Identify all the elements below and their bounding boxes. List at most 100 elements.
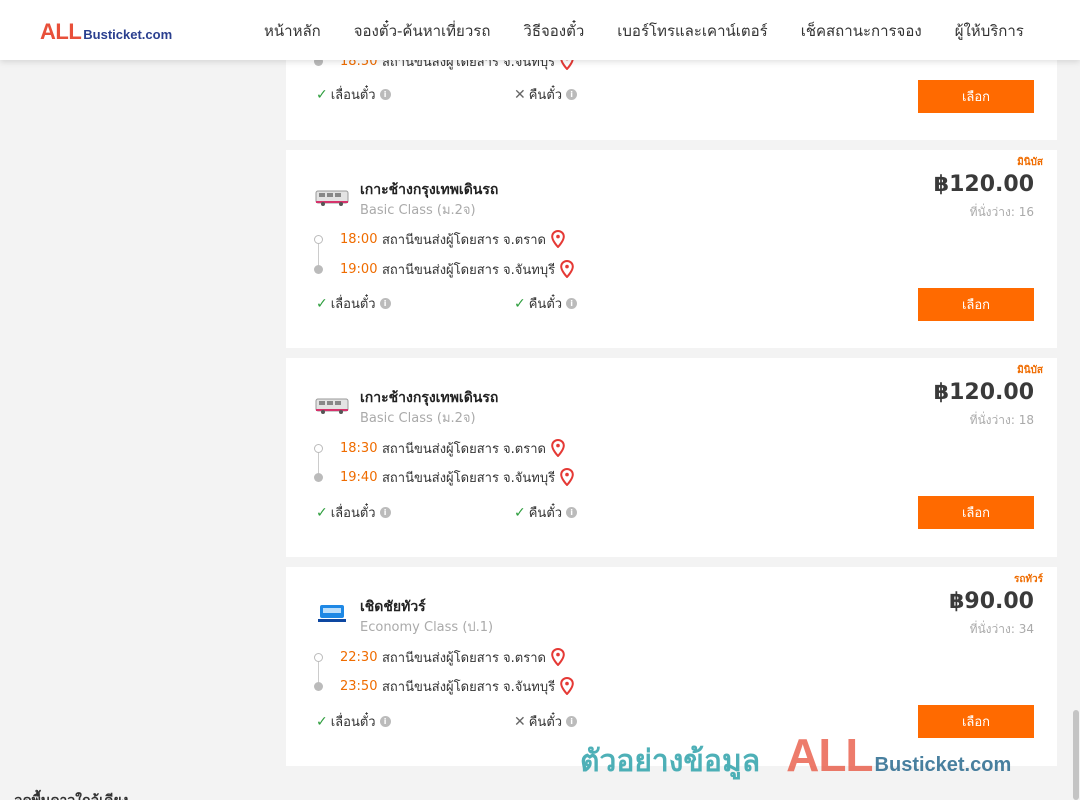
- price: ฿90.00: [949, 589, 1034, 614]
- info-icon[interactable]: i: [566, 89, 578, 100]
- cross-icon: ✕: [514, 713, 526, 730]
- map-pin-icon[interactable]: [560, 260, 574, 278]
- vehicle-type-badge: รถทัวร์: [1013, 574, 1043, 585]
- refund-label: คืนตั๋ว: [528, 715, 563, 730]
- section-heading-partial: ลดพื้นดาวใกล้เคียง: [14, 790, 128, 800]
- arrive-time: 19:40: [340, 469, 378, 485]
- price: ฿120.00: [933, 172, 1034, 197]
- seats-available: ที่นั่งว่าง: 16: [969, 205, 1034, 219]
- change-policy: ✓ เลื่อนตั๋ว i: [316, 84, 391, 105]
- depart-stop: 18:00 สถานีขนส่งผู้โดยสาร จ.ตราด: [314, 229, 565, 249]
- seats-available: ที่นั่งว่าง: 34: [969, 622, 1034, 636]
- refund-label: คืนตั๋ว: [528, 297, 563, 312]
- arrive-station: สถานีขนส่งผู้โดยสาร จ.จันทบุรี: [382, 679, 556, 695]
- depart-stop: 18:30 สถานีขนส่งผู้โดยสาร จ.ตราด: [314, 438, 565, 458]
- check-icon: ✓: [514, 295, 526, 312]
- logo-busticket: Busticket.com: [83, 27, 173, 42]
- scrollbar-thumb[interactable]: [1073, 710, 1079, 800]
- seats-available: ที่นั่งว่าง: 18: [969, 413, 1034, 427]
- cross-icon: ✕: [514, 86, 526, 103]
- arrive-dot: [314, 264, 323, 274]
- nav-book-search[interactable]: จองตั๋ว-ค้นหาเที่ยวรถ: [354, 19, 491, 43]
- vehicle-type-badge: มินิบัส: [1017, 157, 1043, 168]
- map-pin-icon[interactable]: [560, 468, 574, 486]
- map-pin-icon[interactable]: [560, 677, 574, 695]
- map-pin-icon[interactable]: [551, 439, 565, 457]
- nav-check-booking[interactable]: เช็คสถานะการจอง: [801, 19, 922, 43]
- depart-dot: [314, 652, 323, 662]
- arrive-stop: 19:00 สถานีขนส่งผู้โดยสาร จ.จันทบุรี: [314, 259, 574, 279]
- map-pin-icon[interactable]: [551, 648, 565, 666]
- logo-all: ALL: [40, 19, 82, 44]
- info-icon[interactable]: i: [379, 716, 391, 727]
- nav-phone-counters[interactable]: เบอร์โทรและเคาน์เตอร์: [617, 19, 767, 43]
- trip-card: มินิบัส เกาะช้างกรุงเทพเดินรถ Basic Clas…: [286, 150, 1057, 348]
- watermark-logo-busticket: Busticket.com: [874, 754, 1012, 776]
- arrive-time: 19:00: [340, 261, 378, 277]
- depart-time: 18:30: [340, 440, 378, 456]
- refund-label: คืนตั๋ว: [528, 506, 563, 521]
- change-label: เลื่อนตั๋ว: [330, 506, 376, 521]
- scrollbar-track[interactable]: [1072, 60, 1080, 800]
- depart-time: 22:30: [340, 649, 378, 665]
- watermark-logo-all: ALL: [786, 729, 873, 781]
- arrive-station: สถานีขนส่งผู้โดยสาร จ.จันทบุรี: [382, 470, 556, 486]
- sample-data-watermark: ตัวอย่างข้อมูล ALL Busticket.com: [580, 728, 1011, 785]
- nav-how-to-book[interactable]: วิธีจองตั๋ว: [523, 19, 584, 43]
- check-icon: ✓: [316, 295, 328, 312]
- change-policy: ✓ เลื่อนตั๋ว i: [316, 502, 391, 523]
- info-icon[interactable]: i: [379, 298, 391, 309]
- depart-dot: [314, 234, 323, 244]
- arrive-stop: 19:40 สถานีขนส่งผู้โดยสาร จ.จันทบุรี: [314, 467, 574, 487]
- depart-time: 18:00: [340, 231, 378, 247]
- depart-dot: [314, 443, 323, 453]
- check-icon: ✓: [316, 504, 328, 521]
- info-icon[interactable]: i: [379, 507, 391, 518]
- depart-station: สถานีขนส่งผู้โดยสาร จ.ตราด: [382, 441, 546, 457]
- site-logo[interactable]: ALL Busticket.com: [40, 19, 172, 45]
- arrive-stop: 23:50 สถานีขนส่งผู้โดยสาร จ.จันทบุรี: [314, 676, 574, 696]
- refund-policy: ✓ คืนตั๋ว i: [514, 502, 578, 523]
- refund-policy: ✕ คืนตั๋ว i: [514, 711, 578, 732]
- nav-operators[interactable]: ผู้ให้บริการ: [955, 19, 1024, 43]
- depart-station: สถานีขนส่งผู้โดยสาร จ.ตราด: [382, 650, 546, 666]
- top-header: ALL Busticket.com หน้าหลัก จองตั๋ว-ค้นหา…: [0, 0, 1080, 60]
- check-icon: ✓: [316, 86, 328, 103]
- trip-card: มินิบัส เกาะช้างกรุงเทพเดินรถ Basic Clas…: [286, 358, 1057, 557]
- refund-label: คืนตั๋ว: [528, 88, 563, 103]
- operator-name: เกาะช้างกรุงเทพเดินรถ: [360, 182, 499, 198]
- operator-name: เชิดชัยทัวร์: [360, 599, 426, 615]
- map-pin-icon[interactable]: [551, 230, 565, 248]
- change-policy: ✓ เลื่อนตั๋ว i: [316, 711, 391, 732]
- vehicle-type-badge: มินิบัส: [1017, 365, 1043, 376]
- select-button[interactable]: เลือก: [918, 288, 1034, 321]
- service-class: Basic Class (ม.2จ): [360, 203, 476, 218]
- select-button[interactable]: เลือก: [918, 80, 1034, 113]
- depart-station: สถานีขนส่งผู้โดยสาร จ.ตราด: [382, 232, 546, 248]
- arrive-station: สถานีขนส่งผู้โดยสาร จ.จันทบุรี: [382, 262, 556, 278]
- service-class: Basic Class (ม.2จ): [360, 411, 476, 426]
- select-button[interactable]: เลือก: [918, 496, 1034, 529]
- change-label: เลื่อนตั๋ว: [330, 88, 376, 103]
- info-icon[interactable]: i: [379, 89, 391, 100]
- watermark-thai-text: ตัวอย่างข้อมูล: [580, 744, 761, 779]
- change-label: เลื่อนตั๋ว: [330, 297, 376, 312]
- info-icon[interactable]: i: [566, 716, 578, 727]
- operator-logo: [315, 190, 349, 206]
- info-icon[interactable]: i: [566, 507, 578, 518]
- operator-logo: [318, 605, 346, 622]
- arrive-time: 23:50: [340, 678, 378, 694]
- info-icon[interactable]: i: [566, 298, 578, 309]
- arrive-dot: [314, 472, 323, 482]
- change-policy: ✓ เลื่อนตั๋ว i: [316, 293, 391, 314]
- main-nav: หน้าหลัก จองตั๋ว-ค้นหาเที่ยวรถ วิธีจองตั…: [264, 19, 1057, 43]
- depart-stop: 22:30 สถานีขนส่งผู้โดยสาร จ.ตราด: [314, 647, 565, 667]
- check-icon: ✓: [514, 504, 526, 521]
- nav-home[interactable]: หน้าหลัก: [264, 19, 321, 43]
- price: ฿120.00: [933, 380, 1034, 405]
- service-class: Economy Class (ป.1): [360, 620, 494, 635]
- operator-name: เกาะช้างกรุงเทพเดินรถ: [360, 390, 499, 406]
- refund-policy: ✕ คืนตั๋ว i: [514, 84, 578, 105]
- operator-logo: [315, 398, 349, 414]
- arrive-dot: [314, 681, 323, 691]
